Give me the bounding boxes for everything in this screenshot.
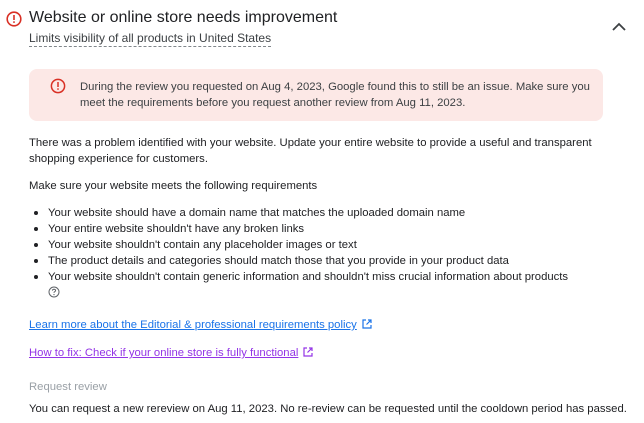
list-item: Your website shouldn't contain generic i… bbox=[29, 269, 629, 298]
error-icon bbox=[6, 11, 22, 27]
how-to-fix-link[interactable]: How to fix: Check if your online store i… bbox=[29, 346, 313, 360]
alert-message: During the review you requested on Aug 4… bbox=[80, 81, 590, 109]
list-item-text: Your website shouldn't contain generic i… bbox=[48, 271, 569, 283]
policy-link-text[interactable]: Learn more about the Editorial & profess… bbox=[29, 319, 357, 331]
help-icon[interactable] bbox=[48, 286, 60, 298]
policy-link[interactable]: Learn more about the Editorial & profess… bbox=[29, 318, 372, 332]
issue-title: Website or online store needs improvemen… bbox=[29, 9, 338, 26]
list-item: Your website should have a domain name t… bbox=[29, 205, 629, 221]
issue-subtitle[interactable]: Limits visibility of all products in Uni… bbox=[29, 31, 272, 47]
list-item: Your website shouldn't contain any place… bbox=[29, 237, 629, 253]
how-to-fix-link-text[interactable]: How to fix: Check if your online store i… bbox=[29, 347, 298, 359]
list-item: Your entire website shouldn't have any b… bbox=[29, 221, 629, 237]
list-item: The product details and categories shoul… bbox=[29, 253, 629, 269]
request-review-note: You can request a new rereview on Aug 11… bbox=[29, 403, 627, 415]
requirements-intro: Make sure your website meets the followi… bbox=[29, 180, 318, 192]
review-alert: During the review you requested on Aug 4… bbox=[29, 69, 603, 121]
problem-description: There was a problem identified with your… bbox=[29, 137, 592, 165]
requirements-list: Your website should have a domain name t… bbox=[29, 205, 629, 298]
issue-header[interactable]: Website or online store needs improvemen… bbox=[0, 0, 644, 52]
error-icon bbox=[50, 78, 66, 94]
external-link-icon bbox=[362, 319, 372, 329]
request-review-button[interactable]: Request review bbox=[29, 381, 107, 393]
external-link-icon bbox=[303, 347, 313, 357]
chevron-up-icon[interactable] bbox=[608, 18, 630, 36]
